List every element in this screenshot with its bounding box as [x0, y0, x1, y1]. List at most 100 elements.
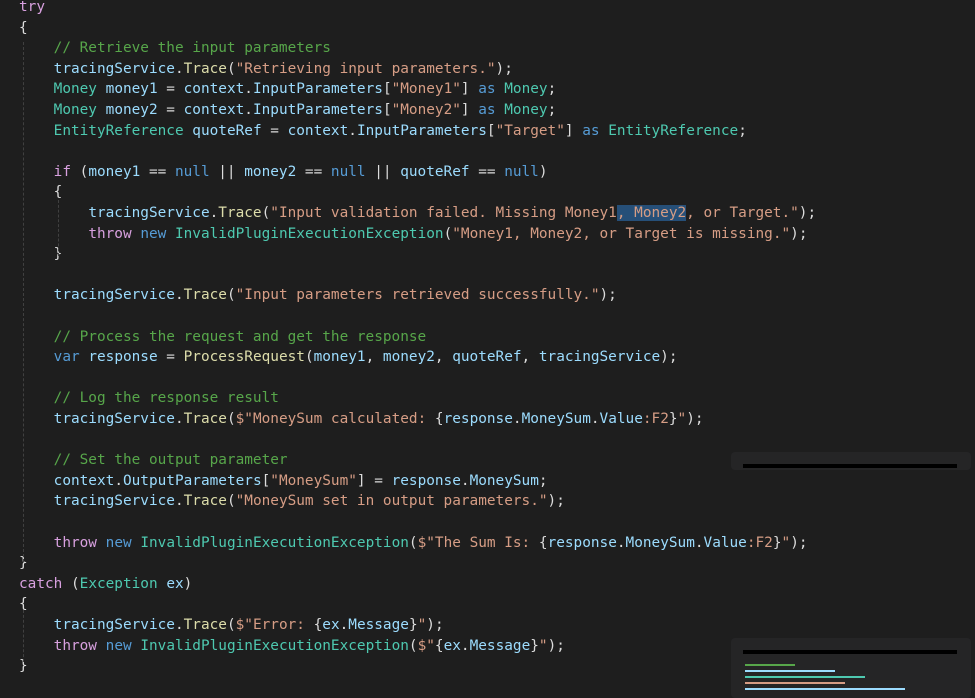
- code-token: InvalidPluginExecutionException: [174, 225, 444, 242]
- code-token: ;: [547, 81, 557, 98]
- code-token: ]: [460, 81, 479, 98]
- code-token: Message: [348, 617, 409, 633]
- code-line[interactable]: catch (Exception ex): [19, 574, 192, 595]
- code-token: (: [226, 617, 236, 633]
- code-token: context: [183, 81, 245, 98]
- code-line[interactable]: if (money1 == null || money2 == null || …: [19, 162, 548, 183]
- code-line[interactable]: tracingService.Trace("MoneySum set in ou…: [19, 491, 565, 512]
- code-token: "MoneySum set in output parameters.": [235, 493, 548, 510]
- code-token: if: [53, 163, 71, 180]
- code-token: ": [781, 534, 791, 551]
- code-line[interactable]: throw new InvalidPluginExecutionExceptio…: [19, 636, 565, 657]
- code-token: $"The Sum Is:: [417, 534, 539, 551]
- code-token: {: [434, 637, 444, 654]
- code-token: .: [460, 472, 470, 489]
- code-token: );: [790, 534, 808, 551]
- minimap-code-line: [745, 682, 845, 684]
- code-token: tracingService: [53, 411, 175, 427]
- code-token: "Input parameters retrieved successfully…: [235, 287, 600, 304]
- minimap-code-line: [745, 664, 795, 666]
- code-token: ==: [296, 163, 331, 180]
- code-line[interactable]: {: [19, 182, 63, 203]
- code-line[interactable]: tracingService.Trace($"MoneySum calculat…: [19, 409, 704, 430]
- code-line[interactable]: tracingService.Trace("Input parameters r…: [19, 285, 617, 306]
- code-line[interactable]: context.OutputParameters["MoneySum"] = r…: [19, 471, 548, 492]
- code-line[interactable]: Money money1 = context.InputParameters["…: [19, 79, 557, 100]
- code-line[interactable]: throw new InvalidPluginExecutionExceptio…: [19, 533, 808, 554]
- code-token: ex: [166, 575, 184, 592]
- code-token: .: [694, 534, 704, 551]
- code-line[interactable]: }: [19, 244, 63, 265]
- code-token: .: [339, 617, 349, 633]
- code-token: Money: [53, 102, 97, 118]
- code-token: .: [616, 534, 626, 551]
- code-token: quoteRef: [192, 122, 262, 139]
- code-token: "Target": [495, 122, 565, 139]
- code-token: ;: [547, 102, 557, 118]
- code-token: ": [417, 617, 427, 633]
- code-line[interactable]: // Process the request and get the respo…: [19, 327, 427, 348]
- code-token: $": [417, 637, 435, 654]
- code-line[interactable]: // Set the output parameter: [19, 450, 288, 471]
- code-token: =: [261, 122, 288, 139]
- code-token: [: [382, 102, 392, 118]
- code-token: ": [538, 637, 548, 654]
- code-token: Trace: [183, 411, 227, 427]
- code-token: );: [426, 617, 444, 633]
- code-token: .: [209, 205, 219, 221]
- code-token: OutputParameters: [122, 472, 262, 489]
- code-token: Money: [504, 102, 548, 118]
- code-line[interactable]: try: [19, 0, 45, 18]
- code-token: InvalidPluginExecutionException: [140, 637, 409, 654]
- code-token: .: [244, 102, 253, 118]
- code-token: response: [443, 411, 513, 427]
- code-token: );: [495, 60, 513, 77]
- code-token: );: [660, 349, 678, 366]
- code-token: "Money2": [391, 102, 461, 118]
- code-token: .: [174, 60, 184, 77]
- code-token: }: [772, 534, 782, 551]
- code-line[interactable]: // Retrieve the input parameters: [19, 38, 331, 59]
- code-token: .: [174, 493, 184, 510]
- code-token: ;: [538, 472, 548, 489]
- code-line[interactable]: // Log the response result: [19, 388, 279, 409]
- code-token: tracingService: [53, 493, 175, 510]
- code-token: response: [88, 349, 158, 366]
- minimap-strip: [743, 464, 957, 468]
- code-token: .: [590, 411, 600, 427]
- code-line[interactable]: tracingService.Trace("Input validation f…: [19, 203, 816, 224]
- code-token: ||: [365, 163, 401, 180]
- code-token: ,: [365, 349, 383, 366]
- code-line[interactable]: EntityReference quoteRef = context.Input…: [19, 121, 747, 142]
- code-token: (: [408, 534, 418, 551]
- code-token: MoneySum: [469, 472, 539, 489]
- code-line[interactable]: var response = ProcessRequest(money1, mo…: [19, 347, 678, 368]
- code-token: , or Target.": [686, 205, 799, 221]
- code-line[interactable]: tracingService.Trace($"Error: {ex.Messag…: [19, 615, 444, 636]
- code-token: MoneySum: [625, 534, 695, 551]
- code-line[interactable]: Money money2 = context.InputParameters["…: [19, 100, 557, 121]
- code-line[interactable]: {: [19, 18, 28, 39]
- minimap-strip: [743, 650, 957, 654]
- code-line[interactable]: tracingService.Trace("Retrieving input p…: [19, 59, 513, 80]
- code-token: {: [19, 184, 63, 201]
- code-editor[interactable]: try { // Retrieve the input parameters tr…: [0, 0, 975, 698]
- code-token: ex: [322, 617, 340, 633]
- code-token: (: [261, 205, 271, 221]
- code-line[interactable]: throw new InvalidPluginExecutionExceptio…: [19, 224, 807, 245]
- indent-guide: [23, 610, 24, 662]
- code-token: // Log the response result: [19, 390, 279, 407]
